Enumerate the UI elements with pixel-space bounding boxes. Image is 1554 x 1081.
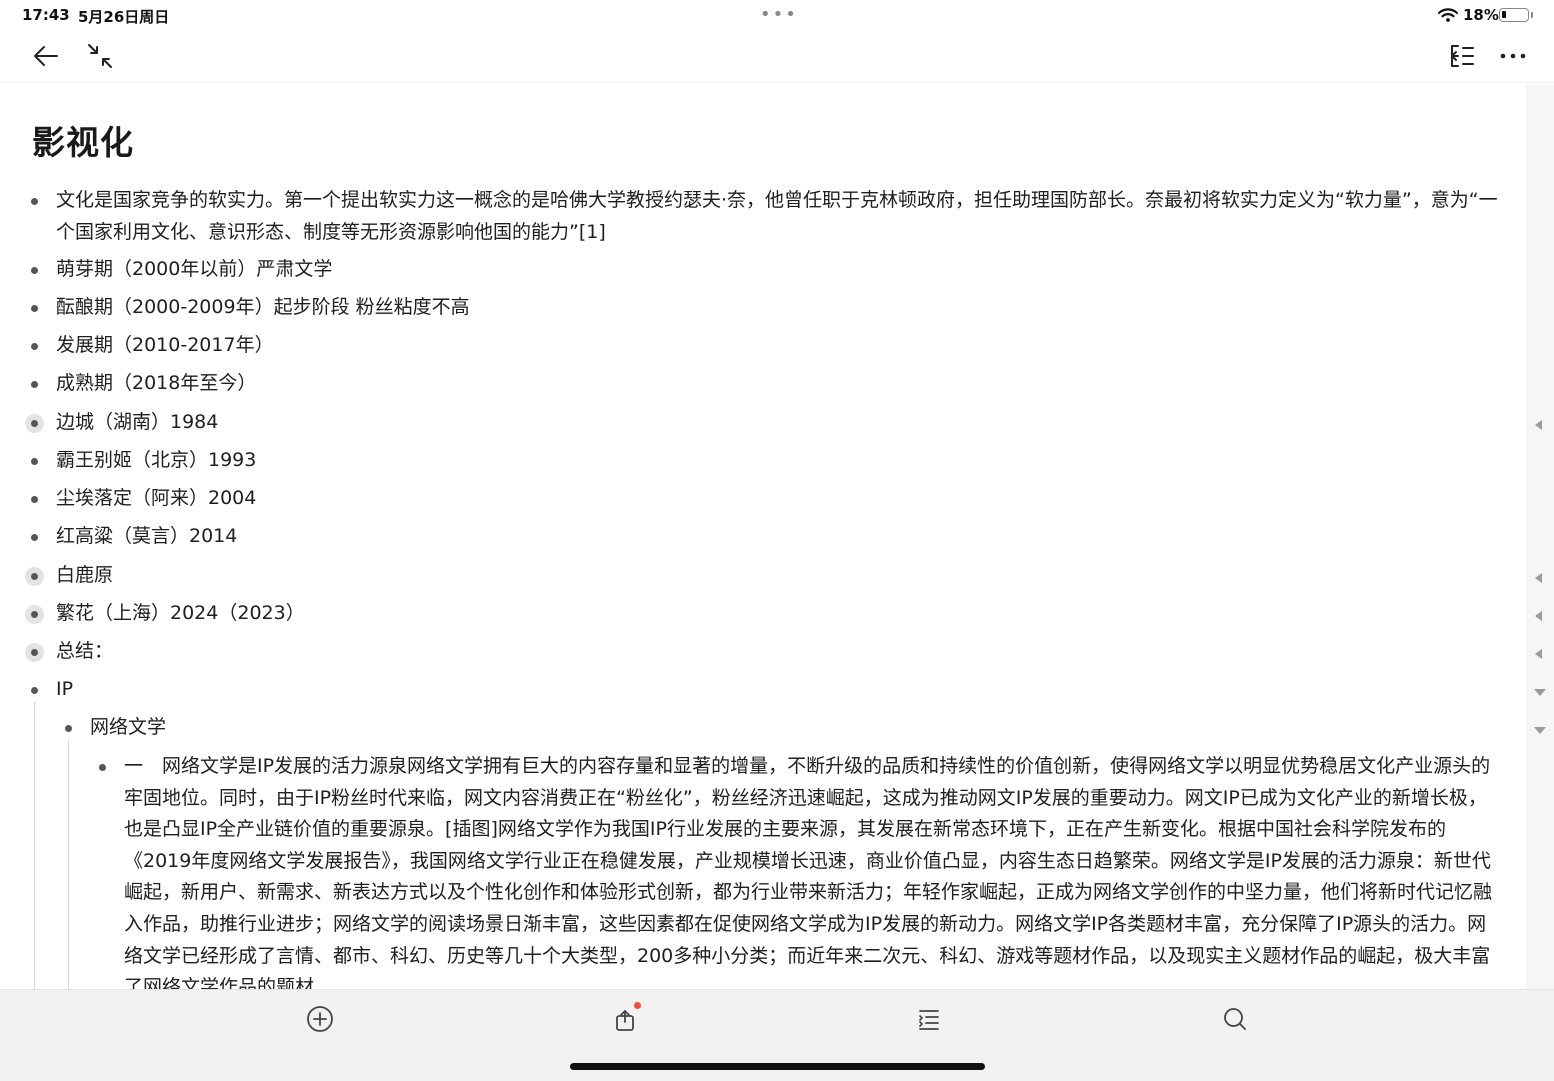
collapse-left-arrow[interactable] [1535,611,1542,621]
bottom-toolbar [0,989,1554,1081]
status-bar: 17:43 5月26日周日 ••• 18% [0,0,1554,32]
exit-fullscreen-button[interactable] [84,40,116,72]
bullet-icon[interactable] [31,458,38,465]
bullet-collapsed-icon[interactable] [25,605,44,624]
outline-item-text[interactable]: 萌芽期（2000年以前）严肃文学 [56,254,332,286]
outline-item-text[interactable]: 酝酿期（2000-2009年）起步阶段 粉丝粘度不高 [56,292,470,324]
collapse-left-arrow[interactable] [1535,649,1542,659]
bullet-icon[interactable] [31,198,38,205]
battery-tip [1531,12,1533,18]
back-button[interactable] [30,40,62,72]
outline-item-text[interactable]: 网络文学 [90,712,166,744]
add-button[interactable] [303,1002,337,1036]
bullet-icon[interactable] [31,267,38,274]
outline-item-text[interactable]: 一 网络文学是IP发展的活力源泉网络文学拥有巨大的内容存量和显著的增量，不断升级… [124,751,1502,989]
add-circle-icon [307,1006,333,1032]
expand-down-arrow[interactable] [1534,689,1546,696]
notification-dot [634,1002,641,1009]
battery-percent: 18% [1463,6,1499,24]
bullet-icon[interactable] [31,534,38,541]
wifi-icon [1438,8,1458,22]
outline-item-text[interactable]: 文化是国家竞争的软实力。第一个提出软实力这一概念的是哈佛大学教授约瑟夫·奈，他曾… [56,185,1506,248]
bullet-icon[interactable] [31,496,38,503]
more-button[interactable] [1497,40,1529,72]
arrow-left-icon [34,46,58,66]
bullet-collapsed-icon[interactable] [25,567,44,586]
collapse-left-arrow[interactable] [1535,420,1542,430]
page-title[interactable]: 影视化 [32,116,134,164]
outline-item-text[interactable]: 尘埃落定（阿来）2004 [56,483,256,515]
document-content: 影视化 文化是国家竞争的软实力。第一个提出软实力这一概念的是哈佛大学教授约瑟夫·… [0,84,1526,989]
checklist-button[interactable] [912,1002,946,1036]
bullet-collapsed-icon[interactable] [25,414,44,433]
outline-toggle-button[interactable] [1446,40,1478,72]
multitasking-dots[interactable]: ••• [760,4,798,25]
more-horizontal-icon [1500,53,1526,59]
outline-toggle-icon [1451,45,1474,67]
outline-item-text[interactable]: 发展期（2010-2017年） [56,330,274,362]
bullet-collapsed-icon[interactable] [25,643,44,662]
bullet-icon[interactable] [31,381,38,388]
outline-item-text[interactable]: 边城（湖南）1984 [56,407,218,439]
right-rail [1526,84,1554,989]
outline-item-text[interactable]: 霸王别姬（北京）1993 [56,445,256,477]
search-button[interactable] [1218,1002,1252,1036]
status-time: 17:43 [22,6,70,24]
checklist-icon [919,1010,939,1030]
outline-item-text[interactable]: 繁花（上海）2024（2023） [56,598,305,630]
outline-item-text[interactable]: 成熟期（2018年至今） [56,368,256,400]
status-date: 5月26日周日 [78,8,170,26]
outline-item-text[interactable]: 白鹿原 [56,560,113,592]
search-icon [1224,1008,1246,1030]
home-indicator[interactable] [570,1063,985,1070]
bullet-icon[interactable] [99,764,106,771]
battery-level [1502,11,1506,18]
collapse-left-arrow[interactable] [1535,573,1542,583]
battery-icon [1499,8,1529,22]
share-button[interactable] [609,1002,643,1036]
expand-down-arrow[interactable] [1534,727,1546,734]
bullet-icon[interactable] [65,725,72,732]
indent-guide-line [34,702,35,989]
top-toolbar [0,32,1554,83]
indent-guide-line [68,740,69,989]
bullet-icon[interactable] [31,305,38,312]
bullet-icon[interactable] [31,687,38,694]
outline-item-text[interactable]: IP [56,674,73,706]
collapse-arrows-icon [88,44,112,68]
outline-item-text[interactable]: 红高粱（莫言）2014 [56,521,237,553]
bullet-icon[interactable] [31,343,38,350]
outline-item-text[interactable]: 总结： [56,636,113,668]
